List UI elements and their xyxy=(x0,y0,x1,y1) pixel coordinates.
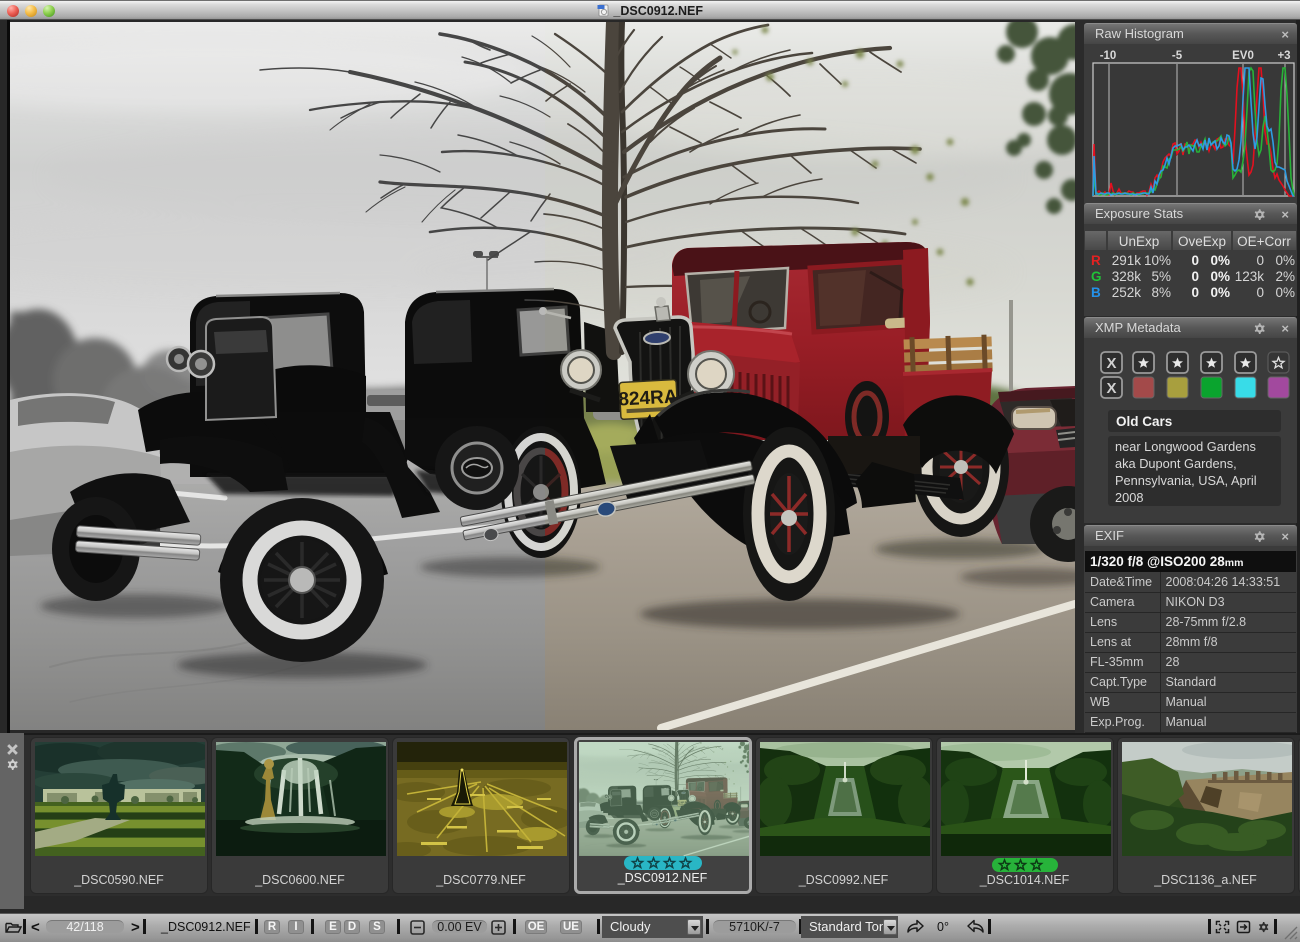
svg-text:UnExp: UnExp xyxy=(1119,234,1160,249)
svg-text:near Longwood Gardens: near Longwood Gardens xyxy=(1115,439,1256,454)
svg-text:0%: 0% xyxy=(1210,285,1230,300)
svg-text:123k: 123k xyxy=(1235,269,1265,284)
svg-text:0%: 0% xyxy=(1210,269,1230,284)
svg-text:X: X xyxy=(1106,380,1116,397)
svg-text:G: G xyxy=(1091,269,1102,284)
svg-text:0: 0 xyxy=(1191,269,1199,284)
svg-text:0: 0 xyxy=(1256,285,1264,300)
svg-text:2008: 2008 xyxy=(1115,490,1143,505)
svg-text:B: B xyxy=(1091,285,1101,300)
svg-text:0: 0 xyxy=(1191,253,1199,268)
svg-text:2%: 2% xyxy=(1275,269,1295,284)
svg-text:+3: +3 xyxy=(1277,50,1290,62)
svg-text:R: R xyxy=(1091,253,1101,268)
svg-text:8%: 8% xyxy=(1151,285,1171,300)
svg-text:Pennsylvania, USA, April: Pennsylvania, USA, April xyxy=(1115,473,1257,488)
svg-text:EV0: EV0 xyxy=(1232,50,1254,62)
svg-text:5%: 5% xyxy=(1151,269,1171,284)
svg-text:10%: 10% xyxy=(1144,253,1171,268)
svg-text:0%: 0% xyxy=(1210,253,1230,268)
svg-text:291k: 291k xyxy=(1112,253,1142,268)
svg-text:328k: 328k xyxy=(1112,269,1142,284)
svg-text:-5: -5 xyxy=(1172,50,1183,62)
svg-text:0%: 0% xyxy=(1275,253,1295,268)
svg-text:0: 0 xyxy=(1191,285,1199,300)
svg-text:Old Cars: Old Cars xyxy=(1116,414,1172,429)
svg-text:-10: -10 xyxy=(1100,50,1117,62)
svg-text:OE+Corr: OE+Corr xyxy=(1237,234,1291,249)
svg-text:252k: 252k xyxy=(1112,285,1142,300)
svg-text:aka Dupont Gardens,: aka Dupont Gardens, xyxy=(1115,456,1237,471)
svg-text:0%: 0% xyxy=(1275,285,1295,300)
svg-text:X: X xyxy=(1106,355,1116,372)
svg-text:OveExp: OveExp xyxy=(1178,234,1226,249)
svg-text:0: 0 xyxy=(1256,253,1264,268)
